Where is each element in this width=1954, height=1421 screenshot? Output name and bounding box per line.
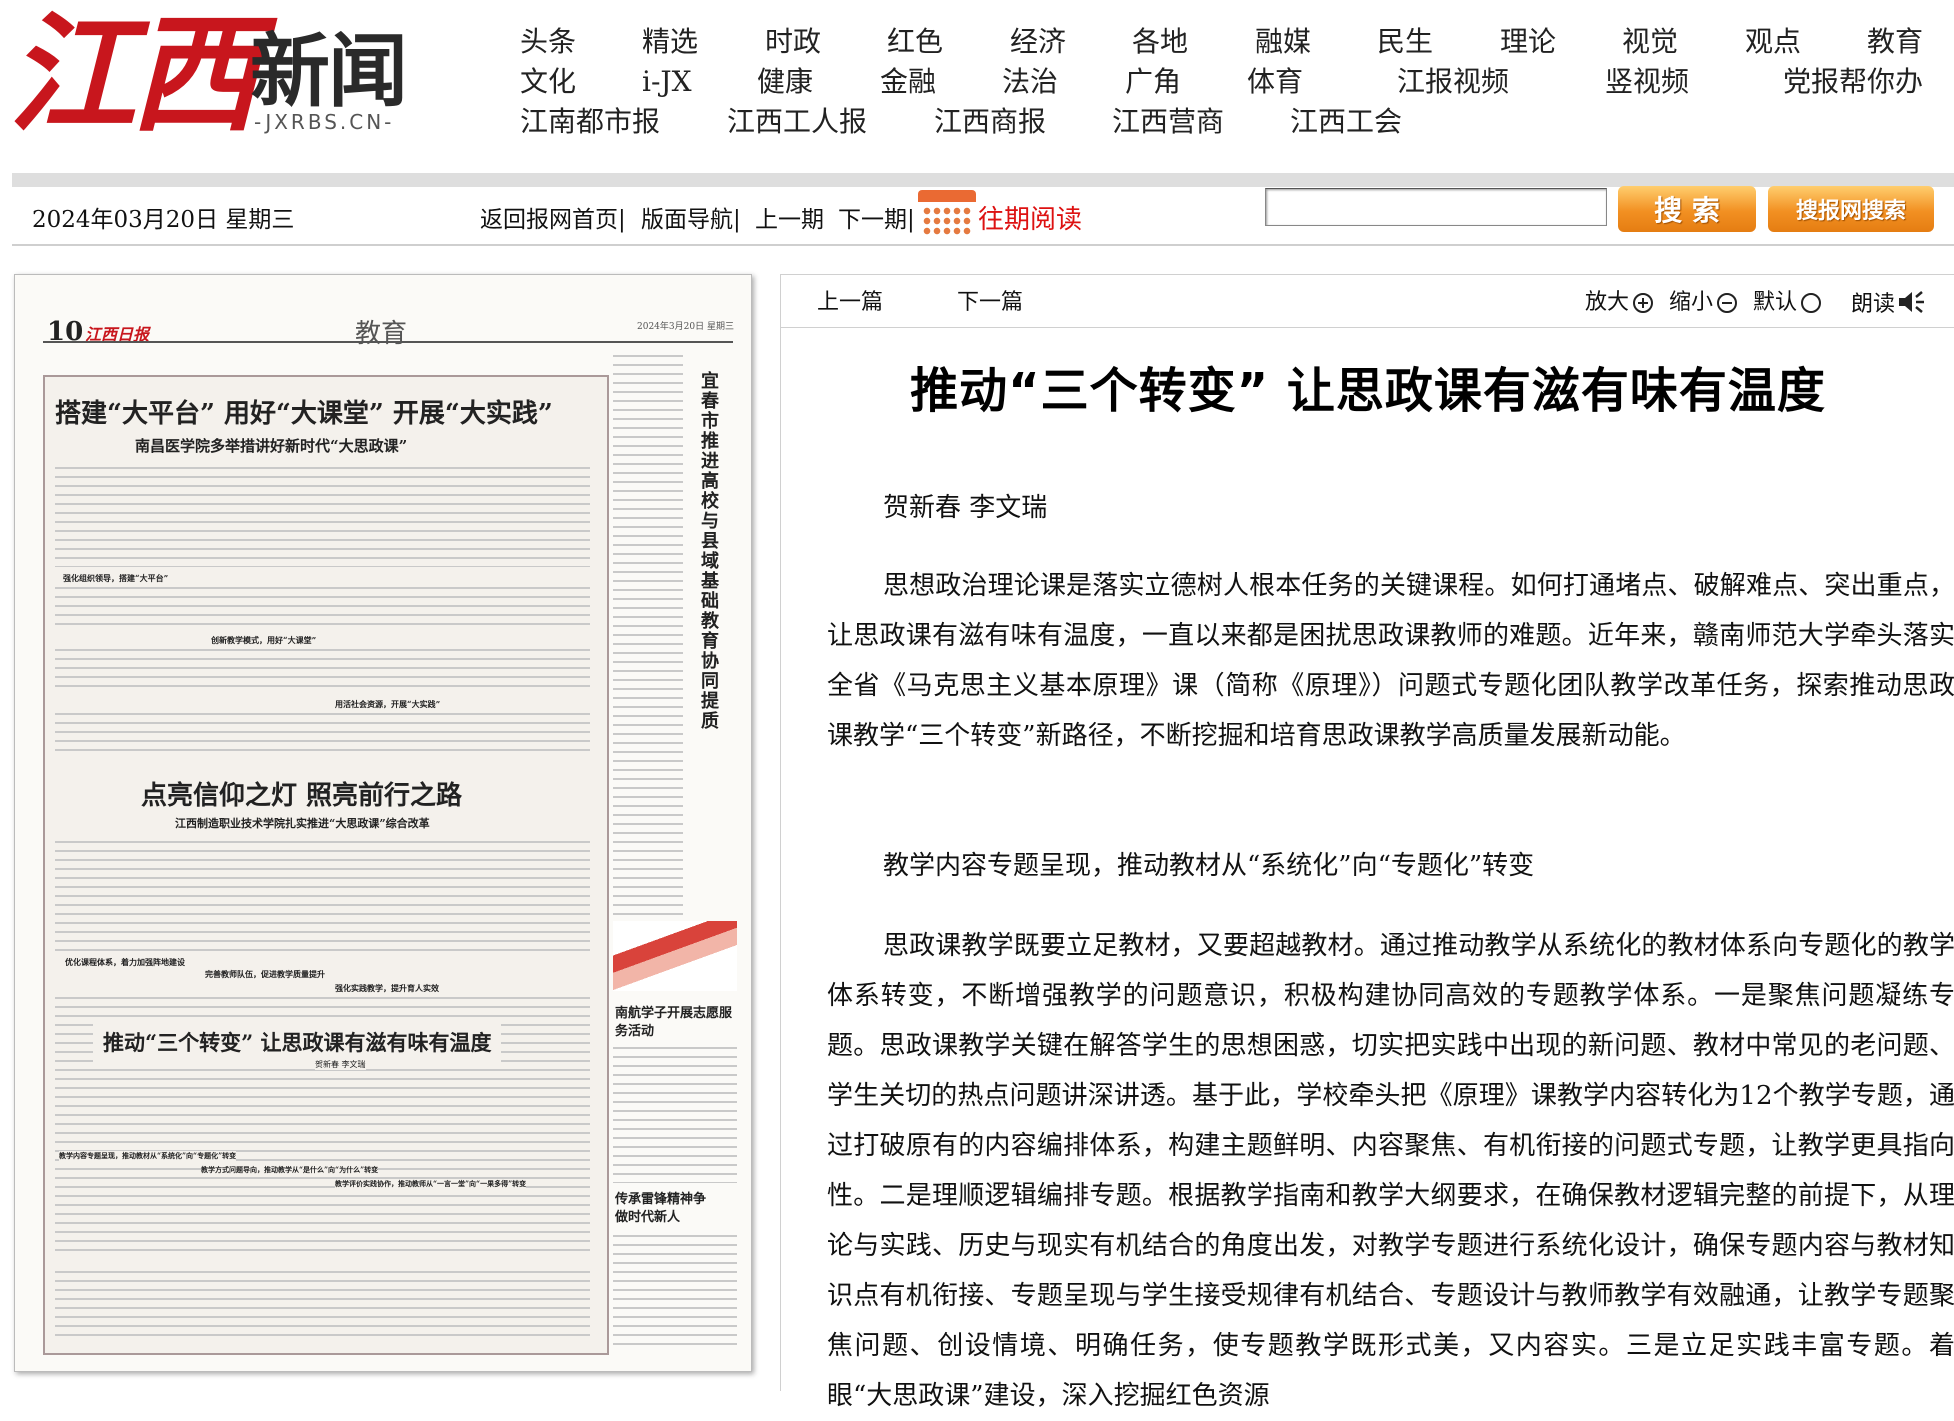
page-sub-2b: 完善教师队伍，促进教学质量提升: [205, 969, 325, 979]
nav-jiankang[interactable]: 健康: [757, 65, 813, 99]
article-byline: 贺新春 李文瑞: [883, 493, 1048, 523]
page-sub-1b: 创新教学模式，用好“大课堂”: [211, 635, 317, 645]
site-logo[interactable]: 江西 新闻 -JXRBS.CN-: [8, 0, 408, 150]
nav-jiangxi-gongrenbao[interactable]: 江西工人报: [727, 105, 867, 139]
plus-circle-icon: [1633, 293, 1654, 313]
nav-jiangxi-yingshang[interactable]: 江西营商: [1112, 105, 1224, 139]
prev-article-link[interactable]: 上一篇: [817, 289, 883, 317]
back-home-link[interactable]: 返回报网首页|: [480, 205, 626, 235]
nav-shizheng[interactable]: 时政: [765, 25, 821, 59]
text-block: [55, 467, 590, 567]
text-block: [613, 355, 683, 915]
nav-jinrong[interactable]: 金融: [880, 65, 936, 99]
search-input[interactable]: [1265, 188, 1607, 226]
article-paragraph-1: 思想政治理论课是落实立德树人根本任务的关键课程。如何打通堵点、破解难点、突出重点…: [827, 571, 1954, 751]
nav-jiangxi-shangbao[interactable]: 江西商报: [934, 105, 1046, 139]
nav-jingxuan[interactable]: 精选: [642, 25, 698, 59]
page-headline-1[interactable]: 搭建“大平台” 用好“大课堂” 开展“大实践”: [55, 393, 553, 430]
default-label: 默认: [1753, 290, 1798, 315]
nav-toutiao[interactable]: 头条: [520, 25, 576, 59]
layout-nav-link[interactable]: 版面导航|: [641, 205, 741, 235]
site-search-button[interactable]: 搜报网搜索: [1768, 186, 1934, 232]
next-article-link[interactable]: 下一篇: [957, 289, 1023, 317]
text-block: [55, 713, 590, 753]
logo-xinwen: 新闻: [250, 24, 408, 118]
page-vertical-title[interactable]: 宜春市推进高校与县域基础教育协同提质: [695, 371, 721, 731]
page-sub-2a: 优化课程体系，着力加强阵地建设: [65, 957, 185, 967]
nav-rongmei[interactable]: 融媒: [1255, 25, 1311, 59]
header-divider: [12, 173, 1954, 187]
article-toolbar: 上一篇 下一篇 放大 缩小 默认 朗读: [781, 275, 1954, 328]
page-sub-1c: 用活社会资源，开展“大实践”: [335, 699, 441, 709]
logo-domain: -JXRBS.CN-: [254, 110, 395, 134]
next-issue-link[interactable]: 下一期|: [838, 205, 915, 235]
page-sub-2c: 强化实践教学，提升育人实效: [335, 983, 439, 993]
prev-issue-link[interactable]: 上一期: [755, 205, 824, 235]
article-section-heading-1: 教学内容专题呈现，推动教材从“系统化”向“专题化”转变: [883, 851, 1535, 881]
calendar-icon[interactable]: [918, 190, 976, 238]
nav-jingji[interactable]: 经济: [1010, 25, 1066, 59]
nav-guangjiao[interactable]: 广角: [1125, 65, 1181, 99]
text-block: [55, 1271, 590, 1341]
past-reading-link[interactable]: 往期阅读: [978, 203, 1082, 237]
page-headline-3[interactable]: 推动“三个转变” 让思政课有滋有味有温度: [93, 1021, 502, 1063]
text-block: [55, 649, 590, 693]
nav-lilun[interactable]: 理论: [1500, 25, 1556, 59]
nav-fazhi[interactable]: 法治: [1002, 65, 1058, 99]
article-panel: 上一篇 下一篇 放大 缩小 默认 朗读 推动“三个转变” 让思政课有滋有味有温度…: [780, 274, 1954, 1411]
nav-ijx[interactable]: i-JX: [642, 65, 692, 99]
nav-dangbao-help[interactable]: 党报帮你办: [1783, 65, 1923, 99]
zoom-in-button[interactable]: 放大: [1585, 289, 1654, 317]
page-sub-3c: 教学评价实践协作，推动教师从“一言一堂”向“一果多得”转变: [335, 1179, 527, 1189]
page-date-small: 2024年3月20日 星期三: [637, 322, 734, 332]
nav-guandian[interactable]: 观点: [1745, 25, 1801, 59]
zoom-out-button[interactable]: 缩小: [1669, 289, 1738, 317]
circle-icon: [1801, 293, 1822, 313]
nav-jiangbao-video[interactable]: 江报视频: [1397, 65, 1509, 99]
read-aloud-label: 朗读: [1851, 292, 1896, 317]
zoom-out-label: 缩小: [1669, 290, 1714, 315]
search-button[interactable]: 搜 索: [1618, 186, 1756, 232]
nav-jiangxi-gonghui[interactable]: 江西工会: [1290, 105, 1402, 139]
page-sub-3a: 教学内容专题呈现，推动教材从“系统化”向“专题化”转变: [59, 1151, 237, 1161]
read-aloud-button[interactable]: 朗读: [1851, 289, 1925, 319]
text-block: [55, 841, 590, 951]
text-block: [613, 1047, 737, 1183]
nav-shijue[interactable]: 视觉: [1622, 25, 1678, 59]
page-author-3: 贺新春 李文瑞: [315, 1059, 366, 1070]
logo-jiangxi: 江西: [8, 0, 258, 150]
page-side-headline-2[interactable]: 南航学子开展志愿服务活动: [615, 1005, 739, 1041]
zoom-in-label: 放大: [1585, 290, 1630, 315]
page-decoration: [613, 921, 737, 991]
page-rule: [43, 341, 733, 343]
page-section: 教育: [355, 319, 408, 349]
text-block: [613, 1235, 737, 1345]
nav-tiyu[interactable]: 体育: [1247, 65, 1303, 99]
page-sub-1a: 强化组织领导，搭建“大平台”: [63, 573, 169, 583]
nav-hongse[interactable]: 红色: [887, 25, 943, 59]
text-block: [55, 587, 590, 629]
nav-gedi[interactable]: 各地: [1132, 25, 1188, 59]
article-paragraph-2: 思政课教学既要立足教材，又要超越教材。通过推动教学从系统化的教材体系向专题化的教…: [827, 931, 1954, 1411]
article-title: 推动“三个转变” 让思政课有滋有味有温度: [910, 363, 1826, 419]
page-subhead-2: 江西制造职业技术学院扎实推进“大思政课”综合改革: [175, 817, 430, 830]
toolbar-divider: [12, 244, 1954, 246]
newspaper-page-thumbnail[interactable]: 10 江西日报 教育 2024年3月20日 星期三 搭建“大平台” 用好“大课堂…: [14, 274, 752, 1372]
nav-jiangnan-dushibao[interactable]: 江南都市报: [520, 105, 660, 139]
nav-vertical-video[interactable]: 竖视频: [1605, 65, 1689, 99]
issue-date: 2024年03月20日 星期三: [32, 207, 295, 233]
page-subhead-1: 南昌医学院多举措讲好新时代“大思政课”: [135, 437, 408, 455]
page-sub-3b: 教学方式问题导向，推动教学从“是什么”向“为什么”转变: [201, 1165, 379, 1175]
nav-wenhua[interactable]: 文化: [520, 65, 576, 99]
nav-minsheng[interactable]: 民生: [1377, 25, 1433, 59]
minus-circle-icon: [1717, 293, 1738, 313]
page-side-headline-3[interactable]: 传承雷锋精神争做时代新人: [615, 1191, 715, 1227]
nav-jiaoyu[interactable]: 教育: [1867, 25, 1923, 59]
default-size-button[interactable]: 默认: [1753, 289, 1822, 317]
page-headline-2[interactable]: 点亮信仰之灯 照亮前行之路: [141, 775, 462, 812]
speaker-icon: [1899, 291, 1925, 313]
